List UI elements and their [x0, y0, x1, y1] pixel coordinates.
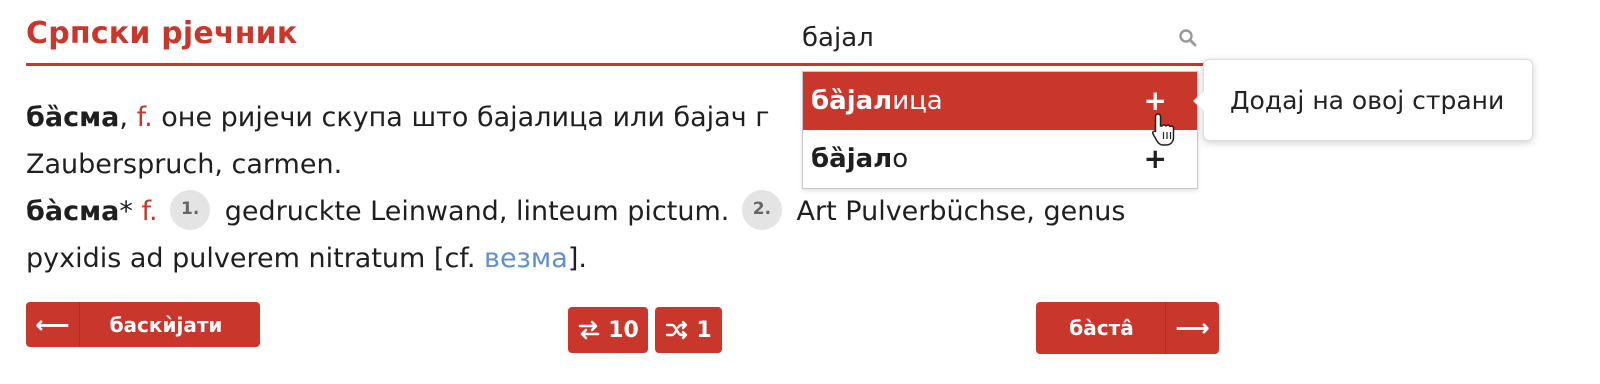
- site-header: Српски рјечник: [26, 0, 1218, 66]
- cross-reference-link[interactable]: везма: [484, 243, 568, 274]
- suggestion-item[interactable]: ба̏јалица +: [803, 72, 1197, 130]
- asterisk-mark: *: [119, 196, 133, 227]
- suggestion-match: ба̏јал: [811, 144, 893, 174]
- punctuation: ,: [119, 102, 128, 133]
- previous-word-label: баскѝјати: [109, 312, 223, 337]
- headword: ба̀сма: [26, 196, 120, 227]
- swap-arrows-icon: [578, 320, 600, 340]
- definition-text: оне ријечи скупа што бајалица или бајач …: [161, 102, 770, 133]
- site-title[interactable]: Српски рјечник: [26, 16, 297, 51]
- plus-icon[interactable]: +: [1144, 145, 1167, 173]
- next-word-button[interactable]: ба̀ста̂ ⟶: [1036, 302, 1219, 354]
- sense-number-badge: 1.: [170, 189, 211, 230]
- suggestion-item[interactable]: ба̏јало +: [803, 130, 1197, 188]
- plus-icon[interactable]: +: [1144, 87, 1167, 115]
- definition-text: Zauberspruch, carmen.: [26, 149, 343, 180]
- suggestion-match: ба̏јал: [811, 86, 893, 116]
- headword: ба̏сма: [26, 102, 120, 133]
- definition-text: gedruckte Leinwand, linteum pictum.: [224, 196, 730, 227]
- random-word-button[interactable]: 1: [655, 307, 722, 353]
- list-count: 10: [608, 317, 639, 343]
- next-word-label: ба̀ста̂: [1069, 316, 1134, 340]
- suggestion-text: ба̏јало: [811, 144, 908, 174]
- suggestion-text: ба̏јалица: [811, 86, 943, 116]
- search-icon[interactable]: [1176, 26, 1200, 50]
- entry-basma-2: ба̀сма* f. 1. gedruckte Leinwand, linteu…: [26, 188, 1226, 282]
- autocomplete-dropdown: ба̏јалица + ба̏јало +: [802, 71, 1198, 189]
- arrow-left-icon: ⟵: [26, 302, 80, 347]
- search-input[interactable]: [802, 18, 1172, 58]
- shuffle-icon: [666, 320, 688, 340]
- add-tooltip: Додај на овој страни: [1193, 59, 1533, 141]
- tooltip-text: Додај на овој страни: [1230, 85, 1505, 115]
- definition-text: ].: [567, 243, 587, 274]
- gender-label: f.: [141, 196, 158, 227]
- random-count: 1: [696, 317, 712, 343]
- previous-word-button[interactable]: ⟵ баскѝјати: [26, 302, 260, 347]
- arrow-right-icon: ⟶: [1165, 302, 1219, 354]
- gender-label: f.: [136, 102, 153, 133]
- sense-number-badge: 2.: [741, 189, 782, 230]
- related-list-button[interactable]: 10: [568, 307, 648, 353]
- suggestion-rest: ица: [892, 86, 943, 116]
- suggestion-rest: о: [892, 144, 909, 174]
